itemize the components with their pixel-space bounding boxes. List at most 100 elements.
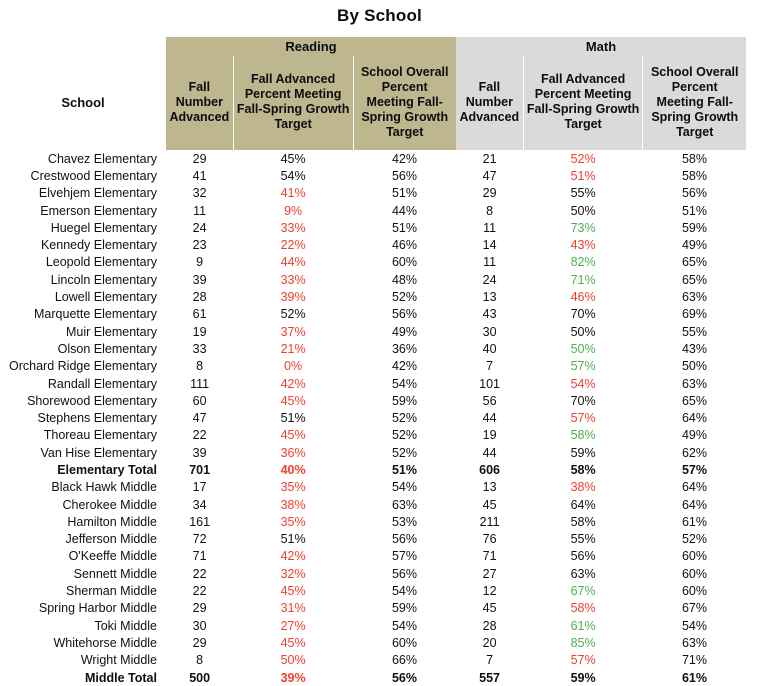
row-value-cell: 19 xyxy=(482,428,497,443)
column-header-reading-fall-advanced-pct: Fall Advanced Percent Meeting Fall-Sprin… xyxy=(232,56,353,150)
row-school-name: Sherman Middle xyxy=(65,584,157,599)
row-value-cell: 70% xyxy=(570,393,596,408)
row-value-cell: 59% xyxy=(570,445,596,460)
row-value-cell: 54% xyxy=(570,376,596,391)
row-value-cell: 51% xyxy=(391,186,417,201)
page-title: By School xyxy=(337,6,422,25)
row-value-cell: 7 xyxy=(486,653,494,668)
row-value-cell: 54% xyxy=(391,584,417,599)
table-row-total: Elementary Total 701 40% 51% 606 58% 57% xyxy=(0,461,746,478)
row-value-cell: 45% xyxy=(280,635,306,650)
row-value-cell: 60% xyxy=(681,549,707,564)
table-row: Thoreau Elementary 22 45% 52% 19 58% 49% xyxy=(0,427,746,444)
table-row: Marquette Elementary 61 52% 56% 43 70% 69% xyxy=(0,306,746,323)
row-value-cell: 50% xyxy=(280,653,306,668)
row-value-cell: 7 xyxy=(486,359,494,374)
row-value-cell: 701 xyxy=(189,462,211,477)
row-value-cell: 44% xyxy=(391,203,417,218)
row-school-name: Emerson Elementary xyxy=(40,203,157,218)
row-value-cell: 55% xyxy=(570,186,596,201)
report-page: By School Reading Math School Fall Numbe… xyxy=(0,0,759,685)
row-value-cell: 44 xyxy=(482,411,497,426)
row-school-name: Lowell Elementary xyxy=(54,290,157,305)
row-value-cell: 9 xyxy=(196,255,204,270)
row-value-cell: 63% xyxy=(681,635,707,650)
row-school-name: Kennedy Elementary xyxy=(40,238,157,253)
row-school-name: Wright Middle xyxy=(80,653,157,668)
row-value-cell: 52% xyxy=(280,307,306,322)
row-value-cell: 22 xyxy=(192,566,207,581)
row-value-cell: 57% xyxy=(570,653,596,668)
table-row: Spring Harbor Middle 29 31% 59% 45 58% 67% xyxy=(0,600,746,617)
column-header-math-fall-number-advanced: Fall Number Advanced xyxy=(455,56,524,150)
row-value-cell: 13 xyxy=(482,290,497,305)
table-row: Jefferson Middle 72 51% 56% 76 55% 52% xyxy=(0,531,746,548)
row-school-name: Cherokee Middle xyxy=(62,497,158,512)
row-value-cell: 36% xyxy=(280,445,306,460)
row-value-cell: 12 xyxy=(482,584,497,599)
row-value-cell: 32% xyxy=(280,566,306,581)
row-value-cell: 111 xyxy=(190,376,210,391)
row-value-cell: 33% xyxy=(280,220,306,235)
row-value-cell: 45% xyxy=(280,393,306,408)
row-value-cell: 101 xyxy=(479,376,501,391)
row-value-cell: 8 xyxy=(486,203,494,218)
row-value-cell: 56% xyxy=(391,168,417,183)
row-school-name: Black Hawk Middle xyxy=(51,480,157,495)
row-value-cell: 59% xyxy=(681,220,707,235)
row-value-cell: 36% xyxy=(391,341,417,356)
row-value-cell: 19 xyxy=(192,324,207,339)
table-row: Black Hawk Middle 17 35% 54% 13 38% 64% xyxy=(0,479,746,496)
row-value-cell: 60% xyxy=(391,635,417,650)
table-body: Chavez Elementary 29 45% 42% 21 52% 58% Crestwo… xyxy=(0,150,746,686)
row-value-cell: 56% xyxy=(391,566,417,581)
table-row: Randall Elementary 111 42% 54% 101 54% 63% xyxy=(0,375,746,392)
table-row: Stephens Elementary 47 51% 52% 44 57% 64% xyxy=(0,409,746,426)
row-value-cell: 24 xyxy=(482,272,497,287)
row-value-cell: 40% xyxy=(280,462,306,477)
table-row: Shorewood Elementary 60 45% 59% 56 70% 65% xyxy=(0,392,746,409)
row-value-cell: 11 xyxy=(483,220,497,235)
row-value-cell: 57% xyxy=(570,411,596,426)
column-header-math-fall-advanced-pct: Fall Advanced Percent Meeting Fall-Sprin… xyxy=(522,56,643,150)
row-value-cell: 30 xyxy=(192,618,207,633)
table-row: Hamilton Middle 161 35% 53% 211 58% 61% xyxy=(0,513,746,530)
row-value-cell: 61% xyxy=(681,514,707,529)
row-value-cell: 62% xyxy=(681,445,707,460)
row-value-cell: 57% xyxy=(391,549,417,564)
row-value-cell: 48% xyxy=(391,272,417,287)
table-row-total: Middle Total 500 39% 56% 557 59% 61% xyxy=(0,669,746,686)
row-value-cell: 41 xyxy=(192,168,207,183)
table-row: Orchard Ridge Elementary 8 0% 42% 7 57% 50% xyxy=(0,358,746,375)
row-school-name: Whitehorse Middle xyxy=(53,635,157,650)
row-value-cell: 58% xyxy=(570,462,596,477)
row-value-cell: 50% xyxy=(570,203,596,218)
row-value-cell: 44% xyxy=(280,255,306,270)
row-value-cell: 76 xyxy=(482,532,497,547)
row-value-cell: 31% xyxy=(280,601,306,616)
row-value-cell: 13 xyxy=(482,480,497,495)
row-school-name: Shorewood Elementary xyxy=(27,393,157,408)
row-value-cell: 21% xyxy=(280,341,306,356)
row-value-cell: 60% xyxy=(681,566,707,581)
table-row: Elvehjem Elementary 32 41% 51% 29 55% 56% xyxy=(0,185,746,202)
row-value-cell: 65% xyxy=(681,272,707,287)
column-header-math-school-overall-pct: School Overall Percent Meeting Fall-Spri… xyxy=(642,56,746,150)
row-value-cell: 71 xyxy=(482,549,497,564)
row-value-cell: 59% xyxy=(570,670,596,685)
row-value-cell: 39% xyxy=(280,670,306,685)
row-school-name: Marquette Elementary xyxy=(34,307,157,322)
row-value-cell: 52% xyxy=(391,411,417,426)
row-value-cell: 8 xyxy=(196,653,204,668)
row-school-name: Huegel Elementary xyxy=(50,220,157,235)
row-value-cell: 51% xyxy=(570,168,596,183)
table-header: Reading Math School Fall Number Advanced… xyxy=(0,37,746,150)
row-value-cell: 44 xyxy=(482,445,497,460)
row-value-cell: 9% xyxy=(284,203,303,218)
row-value-cell: 63% xyxy=(391,497,417,512)
row-school-name: Elvehjem Elementary xyxy=(38,186,157,201)
group-header-math: Math xyxy=(455,37,746,56)
row-value-cell: 58% xyxy=(570,601,596,616)
row-school-name: Spring Harbor Middle xyxy=(38,601,157,616)
row-value-cell: 56% xyxy=(391,670,417,685)
